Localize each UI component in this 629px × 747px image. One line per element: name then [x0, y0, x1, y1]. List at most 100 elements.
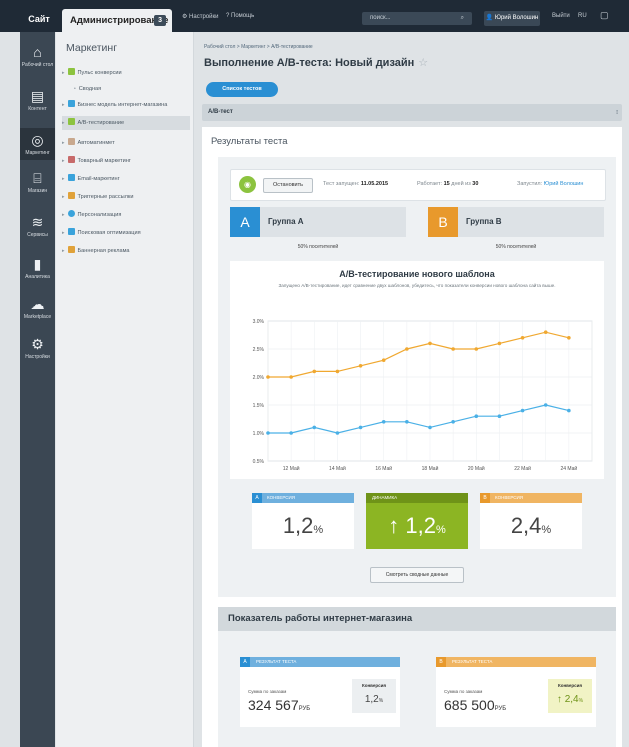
- menu-item-active[interactable]: ▸ A/B-тестирование: [62, 116, 190, 130]
- kpi-conversion-a: КОНВЕРСИЯ A 1,2%: [252, 493, 354, 549]
- menu-item-icon: [67, 138, 75, 145]
- more-options-icon[interactable]: ⁝: [616, 109, 618, 116]
- menu-item-label: Автоматинмет: [77, 140, 115, 146]
- user-name: Юрий Волошин: [494, 15, 539, 21]
- view-summary-button[interactable]: Смотреть сводные данные: [370, 567, 464, 583]
- target-icon: ◎: [31, 132, 44, 148]
- menu-item[interactable]: ▸ Email-маркетинг: [62, 172, 190, 186]
- user-menu[interactable]: 👤 Юрий Волошин: [484, 11, 540, 26]
- started-date: 11.05.2015: [360, 181, 389, 187]
- shop-card-b-conv-value: ↑ 2,4%: [548, 694, 592, 705]
- results-body: ◉ Остановить Тест запущен: 11.05.2015 Ра…: [218, 157, 616, 597]
- nav-content[interactable]: ▤ Контент: [20, 88, 55, 112]
- nav-services[interactable]: ≋ Сервисы: [20, 214, 55, 238]
- y-tick-label: 1.0%: [253, 431, 265, 437]
- settings-link[interactable]: ⚙ Настройки: [182, 13, 218, 20]
- group-b-name: Группа B: [466, 217, 502, 226]
- shop-card-a-conv-value: 1,2%: [352, 694, 396, 705]
- kpi-dynamics: ДИНАМИКА ↑ 1,2%: [366, 493, 468, 549]
- kpi-dynamics-value: ↑ 1,2%: [366, 513, 468, 539]
- menu-item[interactable]: ▸ Баннерная реклама: [62, 244, 190, 258]
- nav-settings[interactable]: ⚙ Настройки: [20, 336, 55, 360]
- site-tab[interactable]: Сайт: [21, 9, 57, 29]
- series-point: [405, 347, 409, 351]
- chevron-right-icon: ▸: [62, 102, 65, 108]
- group-a-letter: A: [230, 207, 260, 237]
- menu-item[interactable]: ▸ Триггерные рассылки: [62, 190, 190, 204]
- menu-item-icon: [67, 174, 75, 181]
- series-point: [335, 369, 340, 374]
- settings-link-label: Настройки: [189, 14, 219, 20]
- nav-marketplace[interactable]: ☁ Marketplace: [20, 296, 55, 320]
- shop-card-a-sum: 324 567РУБ: [248, 697, 310, 713]
- kpi-b-number: 2,4: [510, 513, 542, 538]
- series-point: [289, 431, 293, 435]
- nav-desktop[interactable]: ⌂ Рабочий стол: [20, 44, 55, 68]
- breadcrumb[interactable]: Рабочий стол > Маркетинг > A/B-тестирова…: [204, 44, 313, 50]
- search-icon[interactable]: ⌕: [461, 15, 464, 22]
- nav-store[interactable]: ⌸ Магазин: [20, 170, 55, 194]
- menu-item[interactable]: ▸ Персонализация: [62, 208, 190, 222]
- user-icon: 👤: [485, 15, 494, 21]
- x-tick-label: 24 Май: [560, 465, 577, 472]
- conversion-chart: A/B-тестирование нового шаблона Запущено…: [230, 261, 604, 479]
- shop-card-a-conv-label: Конверсия: [361, 683, 387, 688]
- menu-item[interactable]: • Сводная: [62, 82, 202, 96]
- y-tick-label: 3.0%: [253, 319, 265, 325]
- chevron-right-icon: ▸: [62, 212, 65, 218]
- admin-tab[interactable]: Администрирование 3: [62, 9, 172, 32]
- tab-ab-test[interactable]: A/B-тест: [208, 109, 233, 115]
- x-tick-label: 18 Май: [422, 465, 439, 472]
- series-point: [312, 425, 317, 430]
- launched-by-link[interactable]: Юрий Волошин: [544, 181, 584, 187]
- x-tick-label: 16 Май: [375, 465, 392, 472]
- stop-button[interactable]: Остановить: [263, 178, 313, 193]
- menu-item[interactable]: ▸ Пульс конверсии: [62, 66, 190, 80]
- nav-analytics[interactable]: ▮ Аналитика: [20, 256, 55, 280]
- series-point: [520, 336, 525, 340]
- language-switch[interactable]: RU: [578, 13, 587, 19]
- shop-card-a-conversion: Конверсия 1,2%: [352, 679, 396, 713]
- series-point: [405, 420, 409, 424]
- menu-item[interactable]: ▸ Бизнес модель интернет-магазина: [62, 98, 190, 112]
- star-icon[interactable]: ☆: [418, 57, 428, 69]
- works-days: 15: [443, 181, 450, 187]
- menu-item-label: Персонализация: [77, 212, 122, 218]
- menu-item-label: Баннерная реклама: [77, 248, 130, 254]
- notification-count-badge[interactable]: 3: [154, 15, 166, 26]
- series-point: [497, 341, 502, 346]
- shop-card-b-conv-unit: %: [578, 698, 584, 704]
- nav-settings-label: Настройки: [25, 354, 50, 360]
- menu-title: Маркетинг: [66, 42, 118, 54]
- chevron-right-icon: ▸: [62, 140, 65, 146]
- series-point: [474, 414, 479, 418]
- analytics-icon: ▮: [33, 256, 42, 272]
- shop-card-b: РЕЗУЛЬТАТ ТЕСТА B Сумма по заказам 685 5…: [436, 657, 596, 727]
- help-link-label: Помощь: [231, 13, 255, 19]
- cloud-icon: ☁: [30, 296, 45, 312]
- top-bar: Сайт Администрирование 3 ⚙ Настройки ? П…: [0, 0, 629, 32]
- shop-performance-section: Показатель работы интернет-магазина РЕЗУ…: [218, 607, 616, 747]
- kpi-a-number: 1,2: [282, 513, 314, 538]
- menu-item[interactable]: ▸ Товарный маркетинг: [62, 154, 190, 168]
- kpi-a-header: КОНВЕРСИЯ: [252, 493, 354, 503]
- kpi-b-value: 2,4%: [480, 513, 582, 539]
- menu-item[interactable]: ▸ Автоматинмет: [62, 136, 190, 150]
- document-icon: ▤: [30, 88, 45, 104]
- x-tick-label: 14 Май: [329, 465, 346, 472]
- kpi-a-unit: %: [313, 524, 324, 536]
- nav-marketing[interactable]: ◎ Маркетинг: [20, 128, 55, 160]
- menu-item[interactable]: ▸ Поисковая оптимизация: [62, 226, 190, 240]
- search-input[interactable]: поиск... ⌕: [362, 12, 472, 25]
- test-list-button[interactable]: Список тестов: [206, 82, 278, 97]
- series-point: [381, 358, 386, 362]
- help-link[interactable]: ? Помощь: [226, 13, 254, 19]
- series-point: [266, 375, 270, 379]
- logout-link[interactable]: Выйти: [552, 13, 570, 19]
- nav-desktop-label: Рабочий стол: [21, 62, 54, 68]
- test-started: Тест запущен: 11.05.2015: [323, 181, 388, 187]
- test-launched-by: Запустил: Юрий Волошин: [517, 181, 583, 187]
- test-duration: Работает: 15 дней из 30: [417, 181, 478, 187]
- series-point: [567, 408, 571, 413]
- window-icon[interactable]: ▢: [600, 10, 609, 21]
